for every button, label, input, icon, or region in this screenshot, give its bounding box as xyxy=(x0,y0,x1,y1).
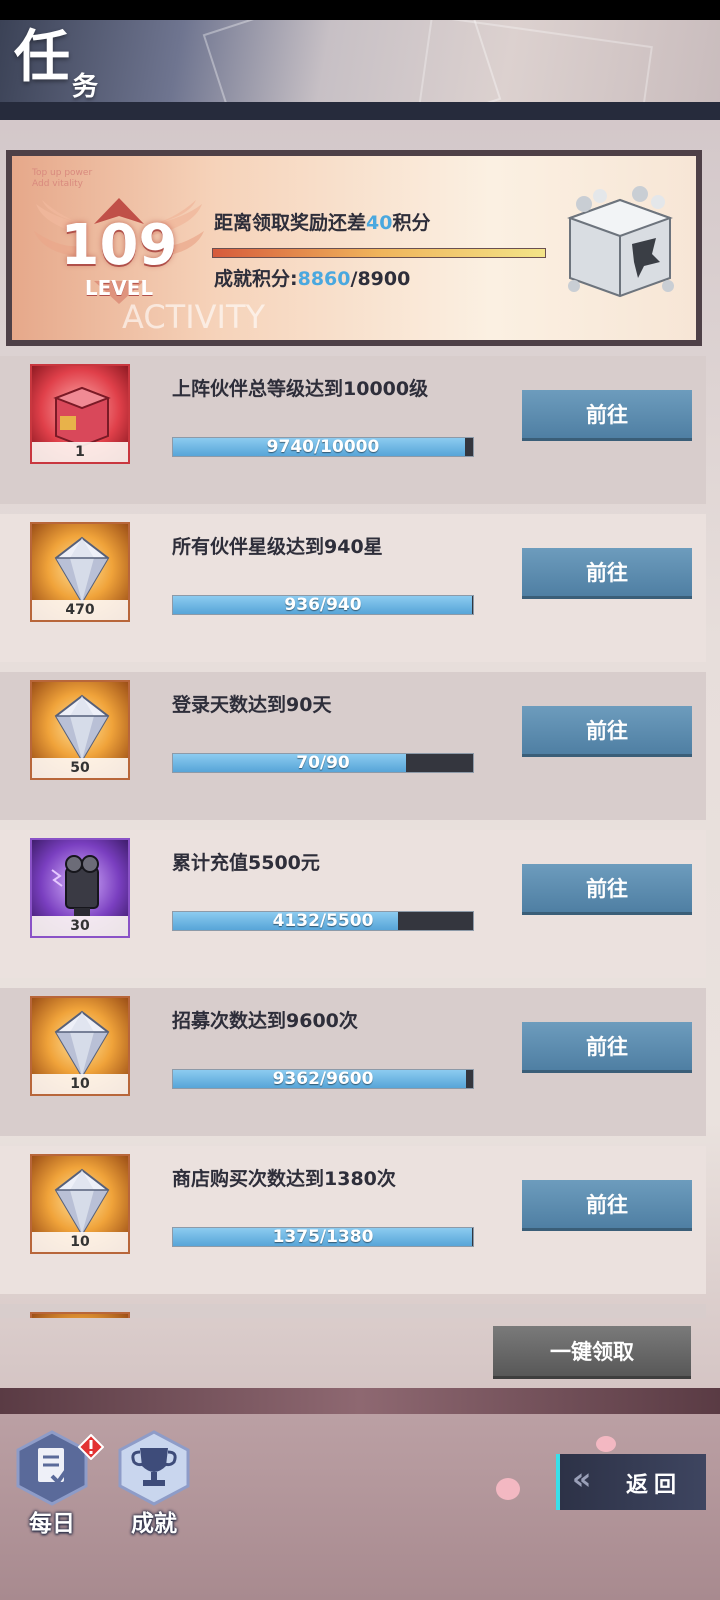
reward-quantity: 10 xyxy=(32,1074,128,1094)
reward-quantity: 10 xyxy=(32,1232,128,1252)
task-title: 上阵伙伴总等级达到10000级 xyxy=(172,378,429,400)
task-progress-bar: 4132/5500 xyxy=(172,911,474,931)
level-label: LEVEL xyxy=(84,276,154,300)
go-button[interactable]: 前往 xyxy=(522,706,692,754)
bottom-divider xyxy=(0,1388,720,1414)
go-button[interactable]: 前往 xyxy=(522,548,692,596)
task-row: 30 累计充值5500元 4132/5500 前往 xyxy=(0,830,706,978)
reward-item[interactable]: 10 xyxy=(30,996,130,1096)
tab-achievement-label: 成就 xyxy=(131,1511,177,1537)
collect-all-button[interactable]: 一键领取 xyxy=(493,1326,691,1376)
robot-head-icon xyxy=(51,855,99,916)
achievement-score: 成就积分:8860/8900 xyxy=(214,264,410,291)
achievement-score-current: 8860 xyxy=(297,268,351,290)
reward-item[interactable] xyxy=(30,1312,130,1318)
status-bar xyxy=(0,0,720,20)
chevron-left-icon: « xyxy=(572,1462,592,1497)
task-row: 50 登录天数达到90天 70/90 前往 xyxy=(0,672,706,820)
reward-quantity: 50 xyxy=(32,758,128,778)
task-progress-text: 936/940 xyxy=(284,595,362,615)
go-button[interactable]: 前往 xyxy=(522,390,692,438)
task-title: 招募次数达到9600次 xyxy=(172,1010,358,1032)
task-title: 登录天数达到90天 xyxy=(172,694,332,716)
trophy-icon xyxy=(118,1430,190,1506)
task-progress-text: 1375/1380 xyxy=(272,1227,374,1247)
go-button[interactable]: 前往 xyxy=(522,1180,692,1228)
diamond-icon xyxy=(54,536,110,604)
back-button-label: 返回 xyxy=(626,1473,683,1498)
task-progress-bar: 9740/10000 xyxy=(172,437,474,457)
task-progress-bar: 936/940 xyxy=(172,595,474,615)
diamond-icon xyxy=(54,1168,110,1236)
reward-item[interactable]: 50 xyxy=(30,680,130,780)
activity-watermark: ACTIVITY xyxy=(122,298,266,336)
task-progress-text: 9362/9600 xyxy=(272,1069,374,1089)
diamond-icon xyxy=(54,694,110,762)
task-title: 累计充值5500元 xyxy=(172,852,320,874)
petal-decoration xyxy=(596,1436,616,1452)
task-progress-text: 70/90 xyxy=(296,753,350,773)
points-remaining-suffix: 积分 xyxy=(392,212,431,234)
task-row: 470 所有伙伴星级达到940星 936/940 前往 xyxy=(0,514,706,662)
back-button[interactable]: « 返回 xyxy=(556,1454,706,1510)
points-remaining-prefix: 距离领取奖励还差 xyxy=(214,212,367,234)
achievement-progress-bar xyxy=(212,248,546,258)
alert-badge-icon xyxy=(78,1434,104,1460)
achievement-score-total: /8900 xyxy=(350,268,411,290)
task-progress-bar: 70/90 xyxy=(172,753,474,773)
level-number: 109 xyxy=(60,213,178,278)
task-row: 1 上阵伙伴总等级达到10000级 9740/10000 前往 xyxy=(0,356,706,504)
task-title: 所有伙伴星级达到940星 xyxy=(172,536,383,558)
petal-decoration xyxy=(496,1478,520,1500)
reward-item[interactable]: 10 xyxy=(30,1154,130,1254)
page-title: 任 xyxy=(14,25,70,90)
task-row: 10 商店购买次数达到1380次 1375/1380 前往 xyxy=(0,1146,706,1294)
task-row-partial xyxy=(0,1304,706,1318)
reward-quantity: 1 xyxy=(32,442,128,462)
header-stripe xyxy=(0,102,720,120)
task-progress-bar: 9362/9600 xyxy=(172,1069,474,1089)
page-subtitle: 务 xyxy=(72,72,99,102)
reward-quantity: 30 xyxy=(32,916,128,936)
diamond-icon xyxy=(54,1010,110,1078)
tab-daily-label: 每日 xyxy=(29,1511,75,1537)
task-row: 10 招募次数达到9600次 9362/9600 前往 xyxy=(0,988,706,1136)
faint-slogan: Top up power Add vitality xyxy=(32,168,92,190)
achievement-score-label: 成就积分: xyxy=(214,268,298,290)
go-button[interactable]: 前往 xyxy=(522,1022,692,1070)
reward-item[interactable]: 30 xyxy=(30,838,130,938)
achievement-level-card: Top up power Add vitality 109 LEVEL ACTI… xyxy=(6,150,702,346)
go-button[interactable]: 前往 xyxy=(522,864,692,912)
reward-item[interactable]: 470 xyxy=(30,522,130,622)
task-progress-text: 4132/5500 xyxy=(272,911,374,931)
silver-chest-icon[interactable] xyxy=(560,182,680,302)
points-remaining-value: 40 xyxy=(366,212,393,234)
task-list[interactable]: 1 上阵伙伴总等级达到10000级 9740/10000 前往 470 所有伙伴… xyxy=(0,356,706,1318)
faint-slogan-line: Top up power xyxy=(32,168,93,178)
task-progress-bar: 1375/1380 xyxy=(172,1227,474,1247)
reward-quantity: 470 xyxy=(32,600,128,620)
task-title: 商店购买次数达到1380次 xyxy=(172,1168,396,1190)
header xyxy=(0,20,720,120)
gift-box-icon xyxy=(53,386,111,448)
reward-item[interactable]: 1 xyxy=(30,364,130,464)
tab-achievement[interactable]: 成就 xyxy=(114,1430,194,1537)
points-remaining-text: 距离领取奖励还差40积分 xyxy=(214,208,430,235)
faint-slogan-line: Add vitality xyxy=(32,179,84,189)
task-progress-text: 9740/10000 xyxy=(266,437,380,457)
